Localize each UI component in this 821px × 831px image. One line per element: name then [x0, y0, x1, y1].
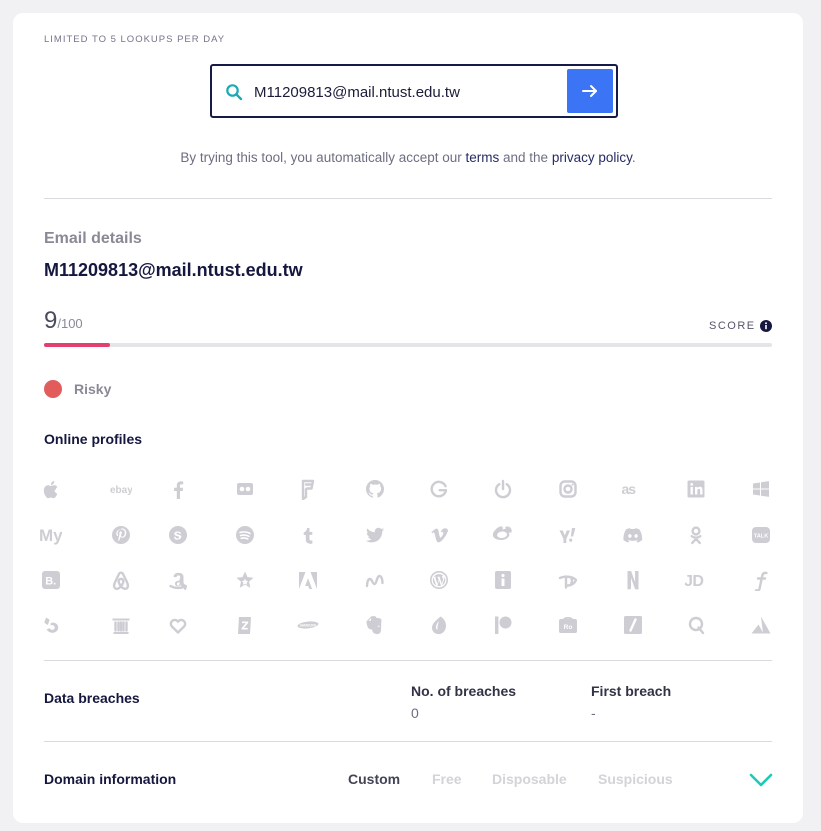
skype-icon [158, 519, 198, 551]
score-label: SCORE [709, 320, 756, 332]
divider [44, 660, 772, 661]
netflix-icon [613, 564, 653, 596]
samsung-icon: SAMSUNG [288, 609, 328, 641]
lookup-card: LIMITED TO 5 LOOKUPS PER DAY By trying t… [13, 13, 803, 823]
myspace-icon: My [31, 519, 71, 551]
instagram-icon [548, 473, 588, 505]
tumblr-icon [288, 519, 328, 551]
divider [44, 198, 772, 199]
arrow-right-icon [582, 85, 597, 97]
pinterest-icon [101, 519, 141, 551]
evernote-icon [355, 609, 395, 641]
online-profiles-heading: Online profiles [44, 431, 143, 447]
chevron-down-icon[interactable] [748, 771, 774, 789]
qzone-icon [676, 609, 716, 641]
breach-count-value: 0 [411, 705, 419, 721]
patreon-icon [483, 609, 523, 641]
first-breach-heading: First breach [591, 683, 672, 699]
archive-icon [101, 609, 141, 641]
booking-icon: B. [31, 564, 71, 596]
divider [44, 741, 772, 742]
airbnb-icon [101, 564, 141, 596]
vimeo-icon [419, 519, 459, 551]
ebay-icon: ebay [101, 473, 141, 505]
envato-icon [355, 564, 395, 596]
search-submit-button[interactable] [567, 69, 613, 113]
amazon-icon [158, 564, 198, 596]
flickr-icon [225, 473, 265, 505]
email-details-heading: Email details [44, 230, 142, 247]
vk-icon: Ro [548, 609, 588, 641]
gravatar-icon [483, 473, 523, 505]
archive-star-icon [225, 564, 265, 596]
data-breaches-heading: Data breaches [44, 690, 140, 706]
score-value: 9/100 [44, 307, 83, 335]
score-max: /100 [57, 316, 83, 331]
svg-text:JD: JD [685, 573, 703, 590]
domain-tag-free: Free [432, 771, 462, 787]
linkedin-icon [676, 473, 716, 505]
terms-suffix: . [631, 150, 636, 165]
score-number: 9 [44, 307, 58, 334]
google-icon [419, 473, 459, 505]
search-box [210, 64, 618, 118]
wordpress-icon [419, 564, 459, 596]
facebook-icon [158, 473, 198, 505]
spotify-icon [225, 519, 265, 551]
domain-information-heading: Domain information [44, 771, 177, 787]
foursquare-icon [288, 473, 328, 505]
flipkart-icon [741, 564, 781, 596]
svg-text:Ro: Ro [564, 624, 573, 631]
atlassian-icon [741, 609, 781, 641]
lookup-limit-notice: LIMITED TO 5 LOOKUPS PER DAY [44, 34, 226, 45]
svg-text:TALK: TALK [754, 534, 769, 540]
ello-icon [419, 609, 459, 641]
apple-icon [31, 473, 71, 505]
microsoft-icon [741, 473, 781, 505]
score-bar [44, 343, 772, 347]
yahoo-icon [548, 519, 588, 551]
github-icon [355, 473, 395, 505]
email-search-input[interactable] [252, 78, 566, 106]
svg-text:ebay: ebay [110, 485, 132, 496]
bukalapak-icon [31, 609, 71, 641]
svg-text:SAMSUNG: SAMSUNG [300, 623, 317, 627]
terms-link[interactable]: terms [466, 150, 500, 165]
ok-icon [676, 519, 716, 551]
jd-icon: JD [676, 564, 716, 596]
terms-middle: and the [499, 150, 552, 165]
weibo-icon [483, 519, 523, 551]
kakao-icon: TALK [741, 519, 781, 551]
breach-count-heading: No. of breaches [411, 683, 517, 699]
terms-notice: By trying this tool, you automatically a… [13, 150, 803, 165]
svg-text:My: My [40, 526, 62, 545]
status-dot [44, 380, 62, 398]
disney-icon [548, 564, 588, 596]
search-icon [226, 84, 243, 101]
privacy-policy-link[interactable]: privacy policy [552, 150, 632, 165]
hearts-icon [158, 609, 198, 641]
zoho-icon [225, 609, 265, 641]
adobe-icon [288, 564, 328, 596]
first-breach-value: - [591, 705, 596, 721]
slash-icon [613, 609, 653, 641]
info-icon[interactable] [760, 320, 772, 332]
domain-tag-disposable: Disposable [492, 771, 567, 787]
lastfm-icon: as [613, 473, 653, 505]
score-bar-fill [44, 343, 110, 347]
imdb-icon [483, 564, 523, 596]
email-address-title: M11209813@mail.ntust.edu.tw [44, 260, 303, 280]
domain-tag-custom: Custom [348, 771, 401, 787]
terms-prefix: By trying this tool, you automatically a… [180, 150, 466, 165]
svg-text:as: as [622, 481, 636, 497]
status-label: Risky [74, 381, 112, 397]
domain-tag-suspicious: Suspicious [598, 771, 673, 787]
twitter-icon [355, 519, 395, 551]
discord-icon [613, 519, 653, 551]
svg-text:B.: B. [45, 576, 56, 588]
